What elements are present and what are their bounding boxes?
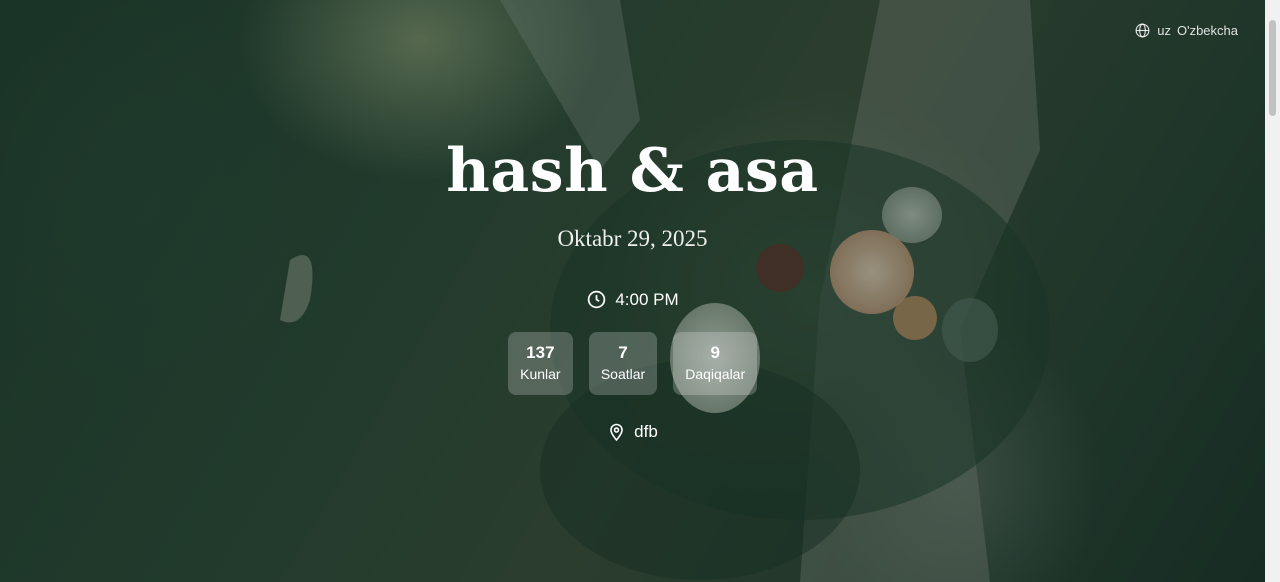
couple-names-title: hash & asa bbox=[446, 136, 819, 206]
event-location-text: dfb bbox=[634, 422, 658, 441]
countdown-days: 137 Kunlar bbox=[507, 332, 573, 395]
event-date: Oktabr 29, 2025 bbox=[557, 226, 708, 251]
countdown-label: Soatlar bbox=[600, 365, 646, 382]
countdown-value: 7 bbox=[618, 342, 628, 362]
countdown-label: Kunlar bbox=[520, 365, 561, 382]
countdown-label: Daqiqalar bbox=[685, 365, 746, 382]
page-scrollbar[interactable] bbox=[1265, 0, 1280, 582]
countdown-hours: 7 Soatlar bbox=[588, 332, 658, 395]
countdown-minutes: 9 Daqiqalar bbox=[673, 332, 758, 395]
countdown-value: 9 bbox=[710, 342, 720, 362]
hero-background: uz O'zbekcha hash & asa Oktabr 29, 2025 … bbox=[0, 0, 1280, 582]
countdown: 137 Kunlar 7 Soatlar 9 Daqiqalar bbox=[0, 332, 1265, 395]
event-location[interactable]: dfb bbox=[0, 422, 1265, 442]
event-info: hash & asa Oktabr 29, 2025 4:00 PM 137 K… bbox=[0, 0, 1265, 582]
map-pin-icon bbox=[610, 423, 624, 442]
event-time: 4:00 PM bbox=[0, 289, 1265, 310]
countdown-value: 137 bbox=[526, 342, 555, 362]
scrollbar-thumb[interactable] bbox=[1269, 20, 1276, 116]
event-time-text: 4:00 PM bbox=[615, 289, 679, 309]
clock-icon bbox=[588, 290, 606, 309]
